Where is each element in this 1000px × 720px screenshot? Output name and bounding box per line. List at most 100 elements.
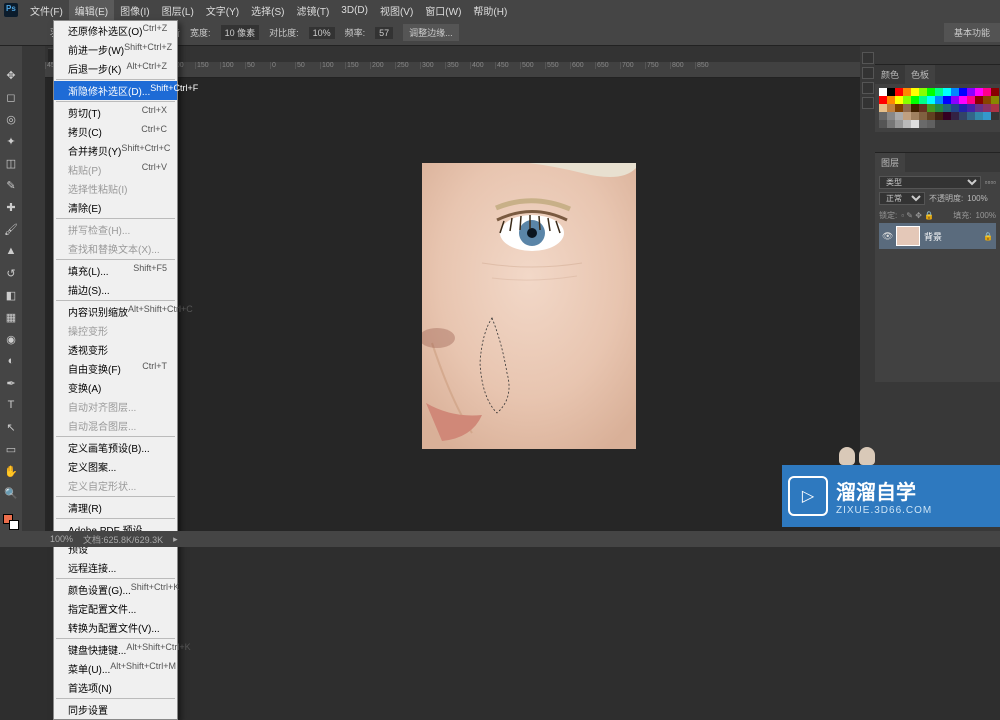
path-tool-icon[interactable]: ↖ (2, 418, 20, 436)
stamp-tool-icon[interactable]: ▲ (2, 242, 20, 260)
mini-tabs (22, 46, 45, 531)
swatches-tab[interactable]: 色板 (905, 65, 935, 84)
menu-item[interactable]: 定义图案... (54, 457, 177, 476)
dodge-tool-icon[interactable]: ◐ (2, 352, 20, 370)
lock-label: 锁定: (879, 210, 897, 221)
menu-item[interactable]: 清除(E) (54, 198, 177, 217)
menu-item[interactable]: 变换(A) (54, 378, 177, 397)
menu-item[interactable]: 自动对齐图层... (54, 397, 177, 416)
menu-item[interactable]: 操控变形 (54, 321, 177, 340)
freq-value[interactable]: 57 (375, 27, 393, 39)
blend-mode-select[interactable]: 正常 (879, 192, 925, 205)
fill-value[interactable]: 100% (976, 211, 996, 220)
rail-icon[interactable] (862, 82, 874, 94)
menu-item[interactable]: 渐隐修补选区(D)...Shift+Ctrl+F (54, 81, 177, 100)
visibility-icon[interactable]: 👁 (882, 231, 892, 242)
wand-tool-icon[interactable]: ✦ (2, 132, 20, 150)
menu-item[interactable]: 内容识别缩放Alt+Shift+Ctrl+C (54, 302, 177, 321)
menu-item[interactable]: 颜色设置(G)...Shift+Ctrl+K (54, 580, 177, 599)
shape-tool-icon[interactable]: ▭ (2, 440, 20, 458)
zoom-level[interactable]: 100% (50, 534, 73, 544)
right-panels: 颜色 色板 图层 类型 ▫▫▫▫ 正常 不透明度: 100% 锁定: ▫ ✎ ✥… (875, 46, 1000, 531)
menu-item[interactable]: 透视变形 (54, 340, 177, 359)
type-tool-icon[interactable]: T (2, 396, 20, 414)
watermark-title: 溜溜自学 (836, 476, 932, 505)
menu-item[interactable]: 定义画笔预设(B)... (54, 438, 177, 457)
menu-item[interactable]: 定义自定形状... (54, 476, 177, 495)
menu-3d[interactable]: 3D(D) (335, 2, 374, 19)
menu-layer[interactable]: 图层(L) (156, 0, 200, 21)
lock-icons[interactable]: ▫ ✎ ✥ 🔒 (901, 211, 934, 220)
doc-info: 文档:625.8K/629.3K (83, 533, 163, 546)
layer-kind-select[interactable]: 类型 (879, 176, 981, 189)
pen-tool-icon[interactable]: ✒ (2, 374, 20, 392)
layers-panel: 图层 类型 ▫▫▫▫ 正常 不透明度: 100% 锁定: ▫ ✎ ✥ 🔒 填充:… (875, 152, 1000, 382)
menu-item[interactable]: 指定配置文件... (54, 599, 177, 618)
menu-item[interactable]: 拼写检查(H)... (54, 220, 177, 239)
hand-tool-icon[interactable]: ✋ (2, 462, 20, 480)
opacity-label: 不透明度: (929, 193, 963, 204)
menu-item[interactable]: 填充(L)...Shift+F5 (54, 261, 177, 280)
status-bar: 100% 文档:625.8K/629.3K ▸ (0, 531, 1000, 547)
menu-select[interactable]: 选择(S) (245, 0, 290, 21)
menu-image[interactable]: 图像(I) (114, 0, 155, 21)
marquee-tool-icon[interactable]: ◻ (2, 88, 20, 106)
menu-type[interactable]: 文字(Y) (200, 0, 245, 21)
lasso-tool-icon[interactable]: ◎ (2, 110, 20, 128)
rail-icon[interactable] (862, 67, 874, 79)
color-tab[interactable]: 颜色 (875, 65, 905, 84)
menu-item[interactable]: 清理(R) (54, 498, 177, 517)
move-tool-icon[interactable]: ✥ (2, 66, 20, 84)
menu-item[interactable]: 合并拷贝(Y)Shift+Ctrl+C (54, 141, 177, 160)
history-tool-icon[interactable]: ↺ (2, 264, 20, 282)
menu-item[interactable]: 前进一步(W)Shift+Ctrl+Z (54, 40, 177, 59)
eyedropper-tool-icon[interactable]: ✎ (2, 176, 20, 194)
menu-window[interactable]: 窗口(W) (419, 0, 467, 21)
menu-item[interactable]: 同步设置 (54, 700, 177, 719)
menu-view[interactable]: 视图(V) (374, 0, 419, 21)
refine-button[interactable]: 调整边缘... (403, 24, 459, 41)
rail-icon[interactable] (862, 52, 874, 64)
menu-item[interactable]: 自由变换(F)Ctrl+T (54, 359, 177, 378)
menu-item[interactable]: 键盘快捷键...Alt+Shift+Ctrl+K (54, 640, 177, 659)
menu-help[interactable]: 帮助(H) (467, 0, 513, 21)
menu-item[interactable]: 首选项(N) (54, 678, 177, 697)
eraser-tool-icon[interactable]: ◧ (2, 286, 20, 304)
layer-name[interactable]: 背景 (924, 230, 942, 243)
menu-filter[interactable]: 滤镜(T) (291, 0, 336, 21)
menu-item[interactable]: 查找和替换文本(X)... (54, 239, 177, 258)
menu-item[interactable]: 远程连接... (54, 558, 177, 577)
menu-edit[interactable]: 编辑(E) (69, 0, 114, 21)
brush-tool-icon[interactable]: 🖌 (2, 220, 20, 238)
menu-item[interactable]: 转换为配置文件(V)... (54, 618, 177, 637)
layers-tab[interactable]: 图层 (875, 153, 905, 172)
menu-item[interactable]: 后退一步(K)Alt+Ctrl+Z (54, 59, 177, 78)
edit-menu-dropdown: 还原修补选区(O)Ctrl+Z前进一步(W)Shift+Ctrl+Z后退一步(K… (53, 20, 178, 720)
workspace-button[interactable]: 基本功能 (944, 23, 1000, 42)
rail-icon[interactable] (862, 97, 874, 109)
swatch-grid[interactable] (879, 88, 996, 128)
gradient-tool-icon[interactable]: ▦ (2, 308, 20, 326)
color-swatch[interactable] (3, 514, 19, 530)
menu-item[interactable]: 剪切(T)Ctrl+X (54, 103, 177, 122)
menu-item[interactable]: 描边(S)... (54, 280, 177, 299)
watermark-url: ZIXUE.3D66.COM (836, 505, 932, 516)
width-label: 宽度: (190, 26, 211, 39)
menu-file[interactable]: 文件(F) (24, 0, 69, 21)
contrast-value[interactable]: 10% (309, 27, 335, 39)
blur-tool-icon[interactable]: ◉ (2, 330, 20, 348)
menu-item[interactable]: 还原修补选区(O)Ctrl+Z (54, 21, 177, 40)
heal-tool-icon[interactable]: ✚ (2, 198, 20, 216)
menu-item[interactable]: 粘贴(P)Ctrl+V (54, 160, 177, 179)
crop-tool-icon[interactable]: ◫ (2, 154, 20, 172)
menu-item[interactable]: 选择性粘贴(I) (54, 179, 177, 198)
width-value[interactable]: 10 像素 (221, 25, 260, 40)
contrast-label: 对比度: (269, 26, 299, 39)
zoom-tool-icon[interactable]: 🔍 (2, 484, 20, 502)
menu-item[interactable]: 拷贝(C)Ctrl+C (54, 122, 177, 141)
layer-row[interactable]: 👁 背景 🔒 (879, 223, 996, 249)
play-icon: ▷ (788, 476, 828, 516)
opacity-value[interactable]: 100% (967, 194, 987, 203)
menu-item[interactable]: 菜单(U)...Alt+Shift+Ctrl+M (54, 659, 177, 678)
menu-item[interactable]: 自动混合图层... (54, 416, 177, 435)
